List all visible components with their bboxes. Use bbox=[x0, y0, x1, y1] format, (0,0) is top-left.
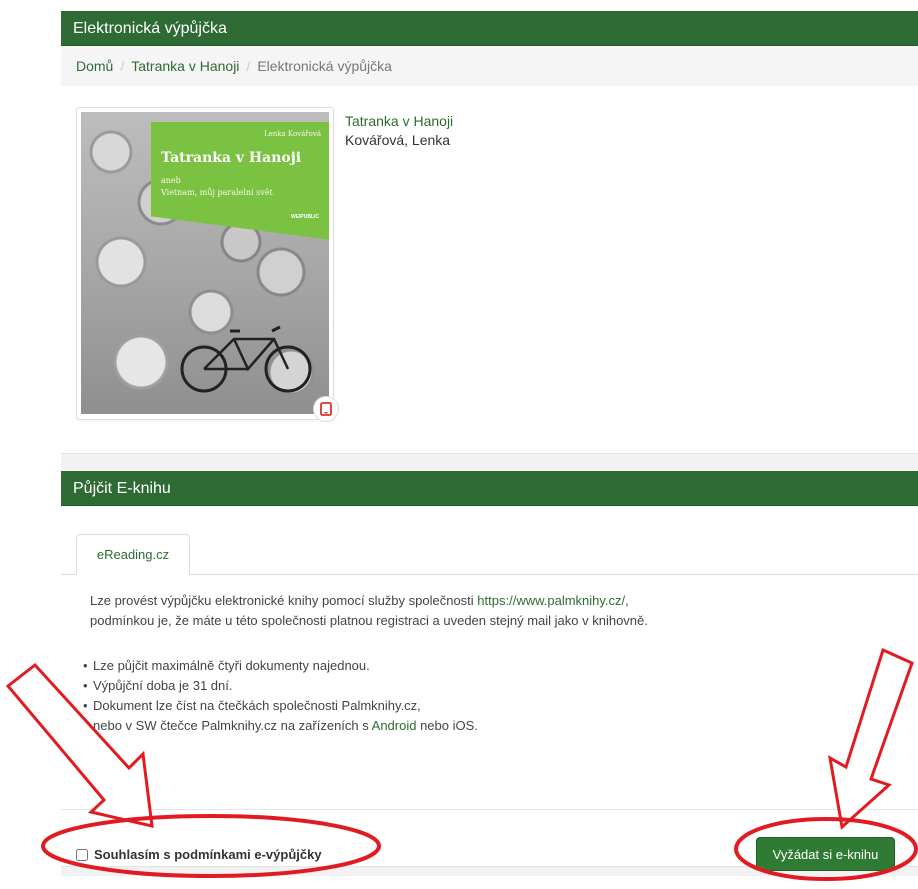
book-meta: Tatranka v Hanoji Kovářová, Lenka bbox=[345, 112, 453, 150]
book-author: Kovářová, Lenka bbox=[345, 132, 451, 148]
breadcrumb-separator: / bbox=[120, 58, 125, 74]
cover-subtitle: Vietnam, můj paralelní svět bbox=[161, 188, 273, 197]
book-title-link[interactable]: Tatranka v Hanoji bbox=[345, 113, 453, 129]
tab-ereading[interactable]: eReading.cz bbox=[76, 534, 190, 575]
palmknihy-link[interactable]: https://www.palmknihy.cz/ bbox=[477, 593, 625, 608]
desc-text: , bbox=[625, 593, 629, 608]
breadcrumb: Domů / Tatranka v Hanoji / Elektronická výpů… bbox=[61, 46, 918, 86]
loan-panel: Elektronická výpůjčka Domů / Tatranka v Ha… bbox=[61, 11, 918, 454]
divider bbox=[61, 809, 918, 810]
breadcrumb-separator: / bbox=[246, 58, 251, 74]
panel-title: Elektronická výpůjčka bbox=[61, 11, 918, 46]
desc-text: Lze provést výpůjčku elektronické knihy … bbox=[90, 593, 478, 608]
terms-checkbox[interactable] bbox=[76, 848, 88, 861]
breadcrumb-current: Elektronická výpůjčka bbox=[257, 58, 392, 74]
rule-text: nebo iOS. bbox=[416, 718, 478, 733]
terms-label: Souhlasím s podmínkami e-výpůjčky bbox=[94, 847, 322, 862]
cover-title: Tatranka v Hanoji bbox=[161, 150, 302, 166]
list-item: Lze půjčit maximálně čtyři dokumenty naj… bbox=[83, 656, 478, 676]
page-container: Elektronická výpůjčka Domů / Tatranka v Ha… bbox=[61, 11, 918, 876]
android-link[interactable]: Android bbox=[372, 718, 417, 733]
bicycle-illustration bbox=[180, 325, 312, 393]
list-item: Dokument lze číst na čtečkách společnost… bbox=[83, 696, 478, 716]
rule-text: nebo v SW čtečce Palmknihy.cz na zařízen… bbox=[93, 718, 372, 733]
provider-tabs: eReading.cz bbox=[61, 534, 918, 575]
book-cover-frame[interactable]: Lenka Kovářová Tatranka v Hanoji aneb Vi… bbox=[76, 107, 334, 420]
terms-agreement[interactable]: Souhlasím s podmínkami e-výpůjčky bbox=[76, 847, 322, 862]
breadcrumb-home[interactable]: Domů bbox=[76, 58, 113, 74]
borrow-panel-title: Půjčit E-knihu bbox=[61, 471, 918, 506]
tablet-icon bbox=[313, 396, 339, 422]
request-ebook-button[interactable]: Vyžádat si e-knihu bbox=[756, 837, 895, 871]
borrow-panel: Půjčit E-knihu eReading.cz Lze provést v… bbox=[61, 471, 918, 871]
breadcrumb-book[interactable]: Tatranka v Hanoji bbox=[131, 58, 239, 74]
cover-aneb: aneb bbox=[161, 176, 181, 185]
book-cover: Lenka Kovářová Tatranka v Hanoji aneb Vi… bbox=[81, 112, 329, 414]
list-item: Výpůjční doba je 31 dní. bbox=[83, 676, 478, 696]
list-item: nebo v SW čtečce Palmknihy.cz na zařízen… bbox=[83, 716, 478, 736]
cover-title-block: Lenka Kovářová Tatranka v Hanoji aneb Vi… bbox=[151, 122, 329, 240]
loan-description: Lze provést výpůjčku elektronické knihy … bbox=[90, 591, 910, 631]
cover-publisher: WEIPUBLIC bbox=[290, 214, 319, 220]
loan-rules: Lze půjčit maximálně čtyři dokumenty naj… bbox=[75, 656, 478, 736]
desc-text: podmínkou je, že máte u této společnosti… bbox=[90, 613, 648, 628]
cover-author: Lenka Kovářová bbox=[263, 130, 321, 138]
